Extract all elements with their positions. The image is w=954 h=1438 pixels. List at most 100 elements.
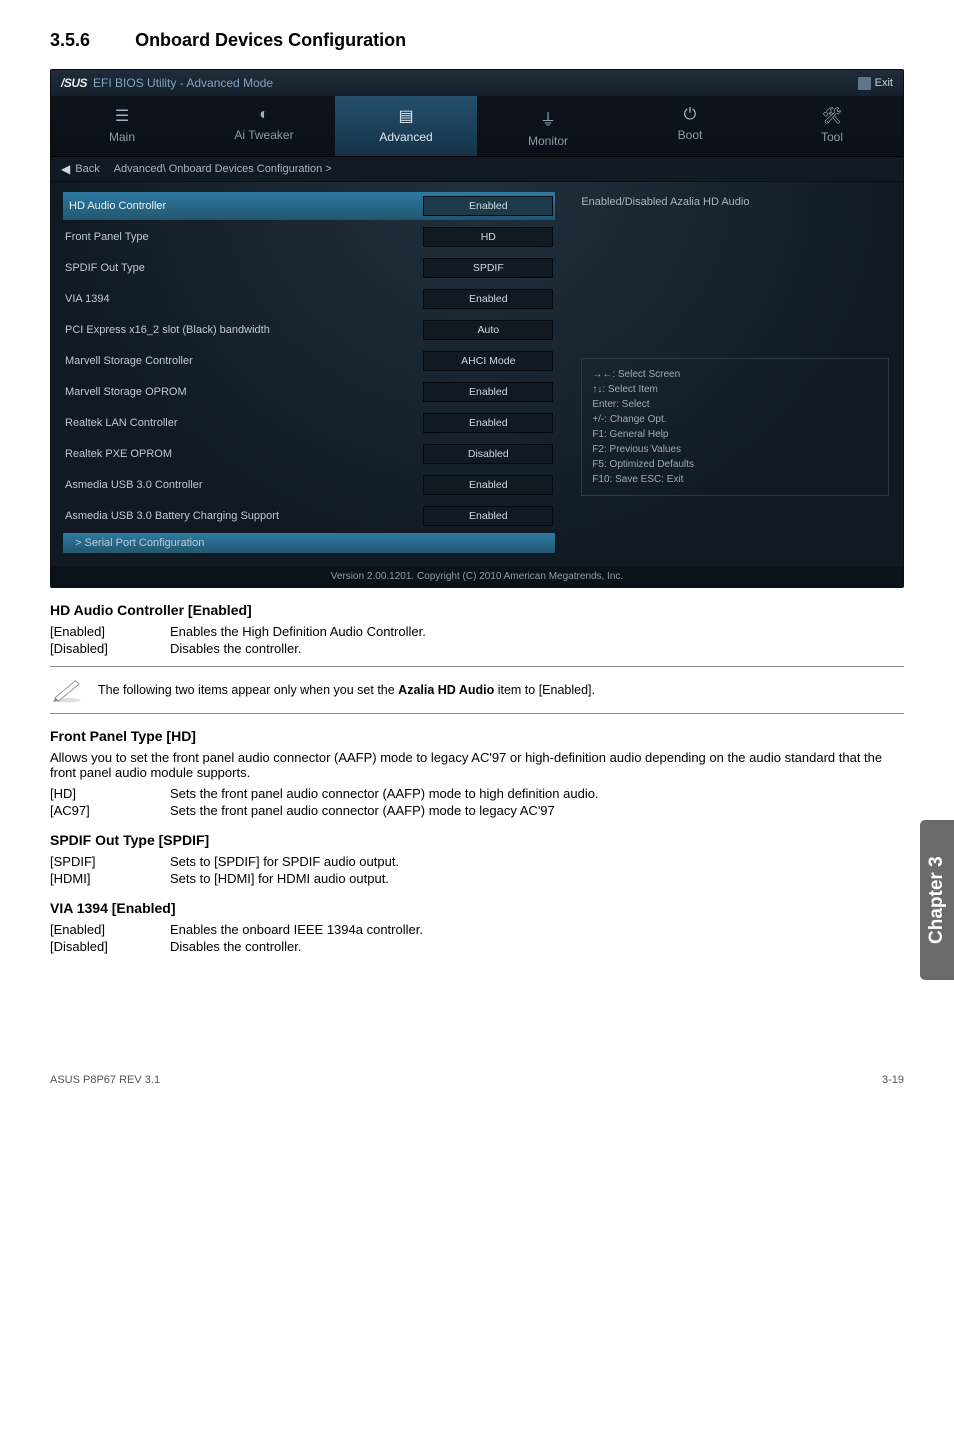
row-hd-audio-value[interactable]: Enabled (423, 196, 553, 216)
section-heading: 3.5.6 Onboard Devices Configuration (50, 30, 904, 51)
section-title: Onboard Devices Configuration (135, 30, 406, 50)
bios-title: EFI BIOS Utility - Advanced Mode (93, 76, 273, 90)
row-asmedia-usb[interactable]: Asmedia USB 3.0 Controller Enabled (63, 471, 555, 499)
row-spdif-value[interactable]: SPDIF (423, 258, 553, 278)
row-marvell-ctrl-value[interactable]: AHCI Mode (423, 351, 553, 371)
opt-key: [Disabled] (50, 641, 170, 656)
section-number: 3.5.6 (50, 30, 90, 51)
exit-button[interactable]: Exit (858, 77, 893, 90)
tab-advanced-label: Advanced (379, 130, 432, 144)
row-serial-port-label: > Serial Port Configuration (69, 537, 204, 549)
bios-titlebar: /SUS EFI BIOS Utility - Advanced Mode Ex… (51, 70, 903, 96)
row-hd-audio[interactable]: HD Audio Controller Enabled (63, 192, 555, 220)
row-pcie[interactable]: PCI Express x16_2 slot (Black) bandwidth… (63, 316, 555, 344)
row-asmedia-usb-value[interactable]: Enabled (423, 475, 553, 495)
plug-icon: ⏚ (477, 106, 619, 130)
list-icon: ☰ (51, 106, 193, 126)
row-realtek-lan-value[interactable]: Enabled (423, 413, 553, 433)
exit-label: Exit (875, 77, 893, 89)
tab-monitor-label: Monitor (528, 134, 568, 148)
via-heading: VIA 1394 [Enabled] (50, 900, 904, 916)
opt-desc: Enables the onboard IEEE 1394a controlle… (170, 922, 904, 937)
asus-logo: /SUS (61, 76, 87, 90)
note-box: The following two items appear only when… (50, 666, 904, 714)
row-marvell-ctrl-label: Marvell Storage Controller (65, 355, 423, 367)
power-icon: ⏻ (619, 106, 761, 124)
row-asmedia-batt[interactable]: Asmedia USB 3.0 Battery Charging Support… (63, 502, 555, 530)
row-front-panel-value[interactable]: HD (423, 227, 553, 247)
opt-desc: Enables the High Definition Audio Contro… (170, 624, 904, 639)
keyhelp-line: F1: General Help (592, 427, 878, 442)
row-realtek-pxe-value[interactable]: Disabled (423, 444, 553, 464)
row-hd-audio-label: HD Audio Controller (69, 200, 423, 212)
row-marvell-ctrl[interactable]: Marvell Storage Controller AHCI Mode (63, 347, 555, 375)
note-text: The following two items appear only when… (98, 683, 595, 697)
row-front-panel[interactable]: Front Panel Type HD (63, 223, 555, 251)
row-pcie-label: PCI Express x16_2 slot (Black) bandwidth (65, 324, 423, 336)
tab-boot[interactable]: ⏻ Boot (619, 96, 761, 156)
opt-key: [HD] (50, 786, 170, 801)
keyhelp-line: Enter: Select (592, 397, 878, 412)
tab-tool-label: Tool (821, 130, 843, 144)
tab-tool[interactable]: 🛠 Tool (761, 96, 903, 156)
gauge-icon: ◐ (193, 106, 335, 124)
tab-ai-tweaker[interactable]: ◐ Ai Tweaker (193, 96, 335, 156)
bios-window: /SUS EFI BIOS Utility - Advanced Mode Ex… (50, 69, 904, 588)
keyhelp-line: F2: Previous Values (592, 442, 878, 457)
chip-icon: ▤ (335, 106, 477, 126)
key-help: →←: Select Screen ↑↓: Select Item Enter:… (581, 358, 889, 496)
opt-desc: Sets the front panel audio connector (AA… (170, 786, 904, 801)
back-button[interactable]: ◀ Back (61, 162, 100, 176)
note-prefix: The following two items appear only when… (98, 683, 398, 697)
row-front-panel-label: Front Panel Type (65, 231, 423, 243)
row-asmedia-batt-value[interactable]: Enabled (423, 506, 553, 526)
row-spdif-label: SPDIF Out Type (65, 262, 423, 274)
keyhelp-line: F5: Optimized Defaults (592, 457, 878, 472)
keyhelp-line: →←: Select Screen (592, 367, 878, 382)
row-realtek-pxe-label: Realtek PXE OPROM (65, 448, 423, 460)
back-label: Back (75, 163, 99, 175)
bios-tabs: ☰ Main ◐ Ai Tweaker ▤ Advanced ⏚ Monitor… (51, 96, 903, 157)
breadcrumb: ◀ Back Advanced\ Onboard Devices Configu… (51, 157, 903, 182)
bios-settings-panel: HD Audio Controller Enabled Front Panel … (51, 182, 567, 566)
tool-icon: 🛠 (761, 106, 903, 126)
opt-key: [HDMI] (50, 871, 170, 886)
keyhelp-line: ↑↓: Select Item (592, 382, 878, 397)
footer-right: 3-19 (882, 1074, 904, 1086)
exit-icon (858, 77, 871, 90)
spdif-heading: SPDIF Out Type [SPDIF] (50, 832, 904, 848)
help-text: Enabled/Disabled Azalia HD Audio (581, 196, 889, 208)
opt-desc: Sets to [HDMI] for HDMI audio output. (170, 871, 904, 886)
tab-advanced[interactable]: ▤ Advanced (335, 96, 477, 156)
opt-key: [AC97] (50, 803, 170, 818)
tab-boot-label: Boot (678, 128, 703, 142)
row-marvell-oprom[interactable]: Marvell Storage OPROM Enabled (63, 378, 555, 406)
bios-help-panel: Enabled/Disabled Azalia HD Audio →←: Sel… (567, 182, 903, 566)
page-footer: ASUS P8P67 REV 3.1 3-19 (50, 1074, 904, 1086)
row-serial-port[interactable]: > Serial Port Configuration (63, 533, 555, 553)
opt-key: [Enabled] (50, 922, 170, 937)
pen-icon (50, 677, 84, 703)
row-via1394[interactable]: VIA 1394 Enabled (63, 285, 555, 313)
row-realtek-lan-label: Realtek LAN Controller (65, 417, 423, 429)
bios-footer: Version 2.00.1201. Copyright (C) 2010 Am… (51, 566, 903, 587)
breadcrumb-path: Advanced\ Onboard Devices Configuration … (114, 163, 332, 175)
row-via1394-value[interactable]: Enabled (423, 289, 553, 309)
opt-key: [Enabled] (50, 624, 170, 639)
row-marvell-oprom-label: Marvell Storage OPROM (65, 386, 423, 398)
keyhelp-line: +/-: Change Opt. (592, 412, 878, 427)
row-spdif[interactable]: SPDIF Out Type SPDIF (63, 254, 555, 282)
opt-desc: Disables the controller. (170, 939, 904, 954)
note-suffix: item to [Enabled]. (494, 683, 595, 697)
row-realtek-lan[interactable]: Realtek LAN Controller Enabled (63, 409, 555, 437)
tab-main[interactable]: ☰ Main (51, 96, 193, 156)
opt-key: [SPDIF] (50, 854, 170, 869)
opt-key: [Disabled] (50, 939, 170, 954)
hd-audio-heading: HD Audio Controller [Enabled] (50, 602, 904, 618)
row-marvell-oprom-value[interactable]: Enabled (423, 382, 553, 402)
tab-monitor[interactable]: ⏚ Monitor (477, 96, 619, 156)
row-pcie-value[interactable]: Auto (423, 320, 553, 340)
row-realtek-pxe[interactable]: Realtek PXE OPROM Disabled (63, 440, 555, 468)
back-arrow-icon: ◀ (61, 162, 70, 176)
row-via1394-label: VIA 1394 (65, 293, 423, 305)
